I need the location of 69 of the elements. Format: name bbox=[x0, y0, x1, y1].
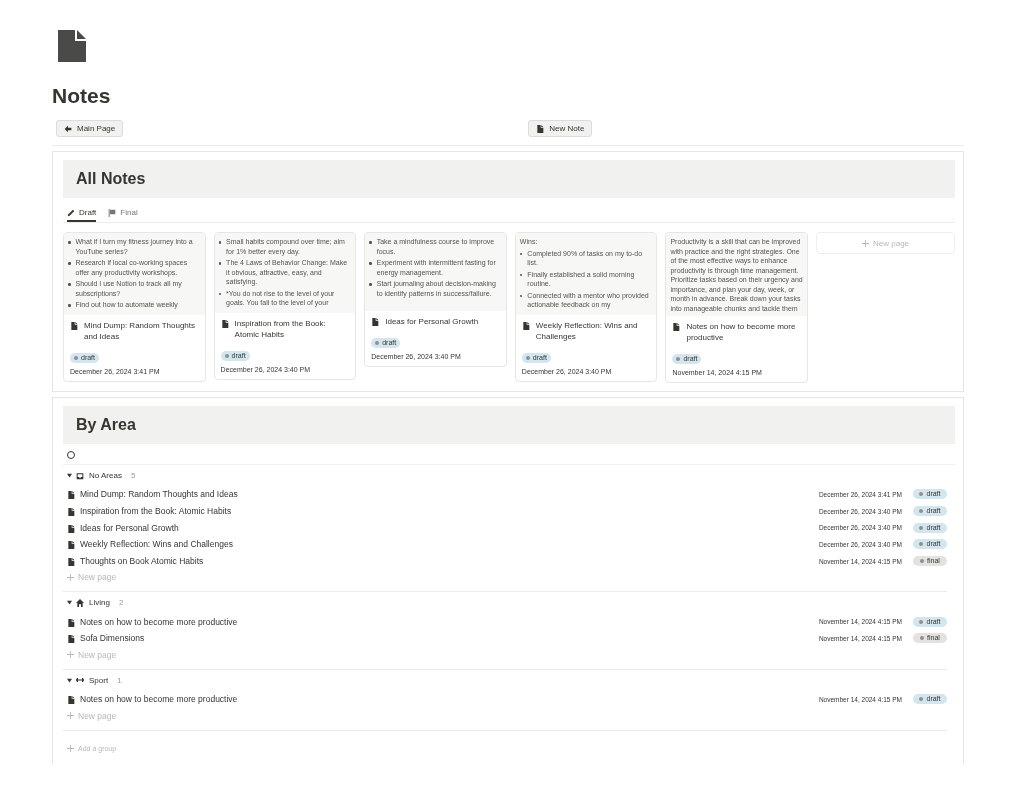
page-icon bbox=[70, 321, 78, 330]
section-title: All Notes bbox=[76, 170, 146, 188]
bullet-icon bbox=[68, 241, 71, 244]
plus-icon bbox=[67, 745, 74, 752]
row-title: Ideas for Personal Growth bbox=[80, 522, 180, 533]
toggle-icon[interactable] bbox=[67, 677, 72, 683]
document-icon bbox=[58, 30, 86, 62]
group-count: 2 bbox=[118, 598, 124, 608]
group-count: 5 bbox=[130, 471, 136, 480]
action-button[interactable]: New Note bbox=[528, 120, 593, 137]
bullet-icon bbox=[218, 262, 222, 265]
page-icon bbox=[67, 618, 75, 627]
group-name[interactable]: No Areas bbox=[89, 471, 122, 480]
page-icon bbox=[536, 124, 545, 133]
note-card[interactable] bbox=[514, 232, 658, 382]
page-icon bbox=[672, 323, 681, 331]
dumbbell-icon bbox=[76, 676, 84, 685]
page-icon bbox=[67, 635, 75, 644]
page-icon bbox=[67, 696, 75, 705]
bullet-icon bbox=[218, 241, 222, 244]
row-title: Weekly Reflection: Wins and Challenges bbox=[80, 539, 234, 550]
row-title: Mind Dump: Random Thoughts and Ideas bbox=[80, 489, 239, 500]
page-title: Notes bbox=[52, 84, 112, 108]
plus-icon bbox=[862, 239, 869, 247]
row-title: Notes on how to become more productive bbox=[80, 694, 239, 705]
page-icon bbox=[67, 541, 75, 550]
row-title: Inspiration from the Book: Atomic Habits bbox=[80, 506, 233, 517]
row-title: Sofa Dimensions bbox=[80, 633, 146, 644]
pencil-icon bbox=[67, 208, 75, 217]
view-tab[interactable]: Final bbox=[108, 204, 138, 222]
note-card[interactable] bbox=[665, 232, 809, 383]
bullet-icon bbox=[68, 262, 71, 265]
card-title: Weekly Reflection: Wins and Challenges bbox=[535, 319, 639, 342]
section-title: By Area bbox=[76, 416, 136, 434]
view-tab[interactable]: Draft bbox=[67, 204, 97, 222]
page-icon bbox=[67, 524, 75, 533]
flag-icon bbox=[108, 208, 117, 217]
group-name[interactable]: Sport bbox=[89, 675, 109, 685]
card-title: Ideas for Personal Growth bbox=[385, 316, 479, 327]
left-arrow-icon bbox=[64, 124, 72, 133]
page-icon bbox=[521, 321, 530, 330]
bullet-icon bbox=[369, 283, 372, 286]
row-title: Notes on how to become more productive bbox=[80, 616, 239, 627]
bullet-icon bbox=[68, 283, 71, 286]
page-icon bbox=[371, 318, 380, 326]
bullet-icon bbox=[68, 304, 71, 307]
note-card[interactable] bbox=[63, 232, 206, 382]
page-icon bbox=[67, 558, 75, 567]
plus-icon bbox=[67, 712, 74, 719]
bullet-icon bbox=[369, 262, 372, 265]
inbox-icon bbox=[76, 471, 84, 480]
action-button[interactable]: Main Page bbox=[56, 120, 124, 137]
bullet-icon bbox=[369, 241, 372, 244]
page-icon bbox=[220, 319, 229, 328]
plus-icon bbox=[67, 573, 74, 581]
card-title: Notes on how to become more productive bbox=[686, 321, 797, 343]
page-icon bbox=[67, 508, 75, 517]
note-card[interactable] bbox=[213, 232, 357, 380]
note-card[interactable] bbox=[364, 232, 507, 367]
page-icon bbox=[67, 491, 75, 500]
toggle-icon[interactable] bbox=[67, 600, 72, 606]
house-icon bbox=[76, 598, 84, 607]
group-count: 1 bbox=[117, 675, 122, 685]
row-title: Thoughts on Book Atomic Habits bbox=[80, 556, 205, 567]
card-title: Inspiration from the Book: Atomic Habits bbox=[234, 317, 327, 340]
group-name[interactable]: Living bbox=[89, 598, 110, 608]
card-title: Mind Dump: Random Thoughts and Ideas bbox=[84, 319, 197, 342]
plus-icon bbox=[67, 651, 74, 659]
toggle-icon[interactable] bbox=[67, 473, 72, 478]
